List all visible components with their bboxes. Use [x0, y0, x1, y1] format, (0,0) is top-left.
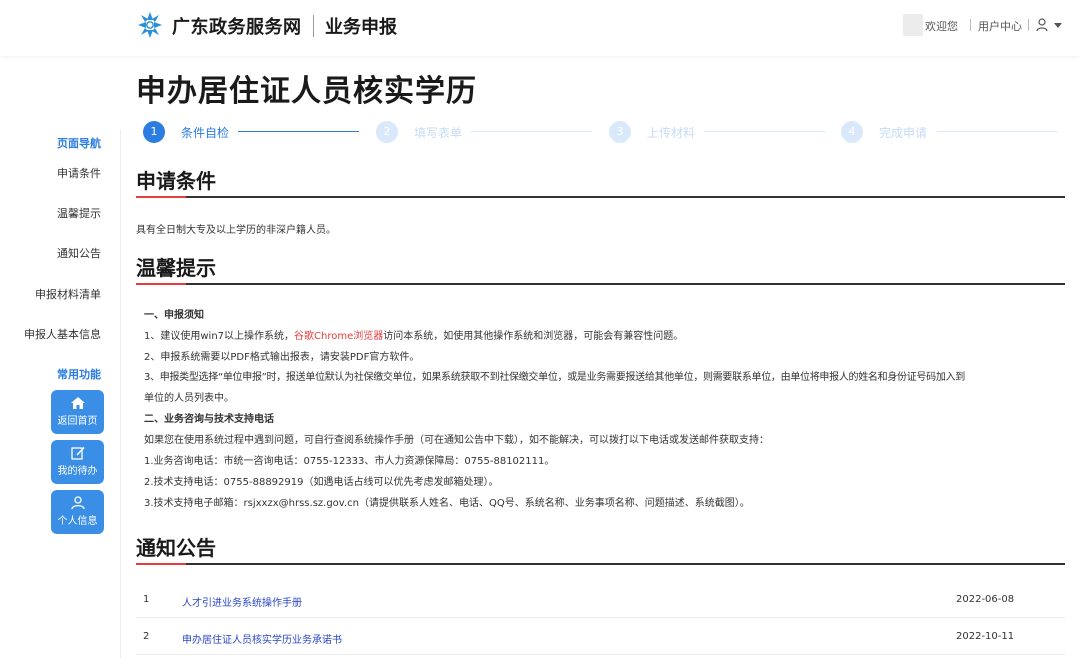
tips-subheading-support: 二、业务咨询与技术支持电话 [144, 414, 274, 425]
home-button-label: 返回首页 [57, 416, 98, 427]
header-divider [970, 19, 971, 31]
step-3-connector [704, 131, 825, 132]
person-icon [70, 496, 85, 510]
chrome-browser-highlight: 谷歌Chrome浏览器 [294, 331, 384, 342]
step-4-connector [937, 131, 1057, 132]
notice-row: 2 申办居住证人员核实学历业务承诺书 2022-10-11 [136, 619, 1065, 655]
sidebar-item-notices[interactable]: 通知公告 [0, 245, 101, 261]
sub-brand-name: 业务申报 [325, 17, 397, 38]
guangdong-logo-icon[interactable] [136, 10, 164, 40]
sidebar-item-applicant-info[interactable]: 申报人基本信息 [0, 326, 101, 342]
step-3-label: 上传材料 [647, 126, 696, 140]
sidebar-nav-title: 页面导航 [57, 137, 101, 150]
sidebar-quick-title: 常用功能 [57, 368, 101, 381]
tips-subheading-notice: 一、申报须知 [144, 310, 204, 321]
tips-line-2: 2、申报系统需要以PDF格式输出报表，请安装PDF官方软件。 [144, 352, 420, 363]
tips-line-3a: 3、申报类型选择“单位申报”时，报送单位默认为社保缴交单位，如果系统获取不到社保… [144, 372, 965, 383]
notices-rule [136, 563, 1065, 565]
conditions-text: 具有全日制大专及以上学历的非深户籍人员。 [136, 225, 336, 236]
step-3-circle: 3 [609, 121, 631, 143]
notice-date: 2022-06-08 [956, 594, 1015, 605]
notice-number: 2 [143, 631, 150, 642]
edit-icon [70, 446, 85, 460]
step-4-label: 完成申请 [879, 126, 928, 140]
brand-name[interactable]: 广东政务服务网 [172, 13, 302, 39]
conditions-heading: 申请条件 [136, 169, 216, 193]
header-divider [1028, 19, 1029, 31]
personal-info-button-label: 个人信息 [57, 516, 98, 527]
notices-rule-accent [136, 563, 186, 565]
step-2-label: 填写表单 [414, 126, 463, 140]
tips-line-5: 1.业务咨询电话：市统一咨询电话：0755-12333、市人力资源保障局：075… [144, 456, 555, 467]
tips-heading: 温馨提示 [136, 256, 216, 280]
notice-row: 1 人才引进业务系统操作手册 2022-06-08 [136, 582, 1065, 618]
notice-title-link[interactable]: 申办居住证人员核实学历业务承诺书 [182, 631, 342, 646]
step-4-circle: 4 [841, 121, 863, 143]
notice-title-link[interactable]: 人才引进业务系统操作手册 [182, 594, 302, 609]
tips-line-1-post: 访问本系统，如使用其他操作系统和浏览器，可能会有兼容性问题。 [383, 331, 684, 342]
notice-number: 1 [143, 594, 150, 605]
step-2-circle: 2 [376, 121, 398, 143]
notices-heading: 通知公告 [136, 536, 216, 560]
brand-divider [313, 15, 314, 37]
conditions-rule-accent [136, 196, 186, 198]
step-1-circle: 1 [143, 121, 165, 143]
welcome-text: 欢迎您 [925, 20, 958, 33]
my-todo-button-label: 我的待办 [57, 466, 98, 477]
step-1-connector [238, 131, 359, 132]
user-icon[interactable] [1036, 18, 1048, 32]
notice-date: 2022-10-11 [956, 631, 1015, 642]
sidebar-divider [120, 130, 121, 658]
my-todo-button[interactable]: 我的待办 [51, 440, 104, 484]
user-center-link[interactable]: 用户中心 [978, 18, 1022, 34]
home-button[interactable]: 返回首页 [51, 390, 104, 434]
personal-info-button[interactable]: 个人信息 [51, 490, 104, 534]
page-title: 申办居住证人员核实学历 [136, 74, 477, 109]
caret-down-icon[interactable] [1054, 23, 1062, 28]
tips-line-7: 3.技术支持电子邮箱：rsjxxzx@hrss.sz.gov.cn（请提供联系人… [144, 498, 750, 509]
step-2-connector [471, 131, 592, 132]
conditions-rule [136, 196, 1065, 198]
username-redacted [903, 14, 923, 36]
tips-line-6: 2.技术支持电话：0755-88892919（如遇电话占线可以优先考虑发邮箱处理… [144, 477, 499, 488]
tips-line-3b: 单位的人员列表中。 [144, 393, 234, 404]
tips-rule-accent [136, 283, 186, 285]
sidebar-item-tips[interactable]: 温馨提示 [0, 205, 101, 221]
sidebar-item-conditions[interactable]: 申请条件 [0, 165, 101, 181]
tips-line-4: 如果您在使用系统过程中遇到问题，可自行查阅系统操作手册（可在通知公告中下载），如… [144, 435, 769, 446]
sidebar-item-materials[interactable]: 申报材料清单 [0, 286, 101, 302]
step-1-label: 条件自检 [181, 126, 230, 140]
home-icon [70, 397, 85, 409]
tips-line-1-pre: 1、建议使用win7以上操作系统， [144, 331, 295, 342]
tips-rule [136, 283, 1065, 285]
top-header: 广东政务服务网 业务申报 欢迎您 用户中心 [0, 0, 1080, 56]
tips-line-1: 1、建议使用win7以上操作系统，谷歌Chrome浏览器访问本系统，如使用其他操… [144, 327, 683, 342]
